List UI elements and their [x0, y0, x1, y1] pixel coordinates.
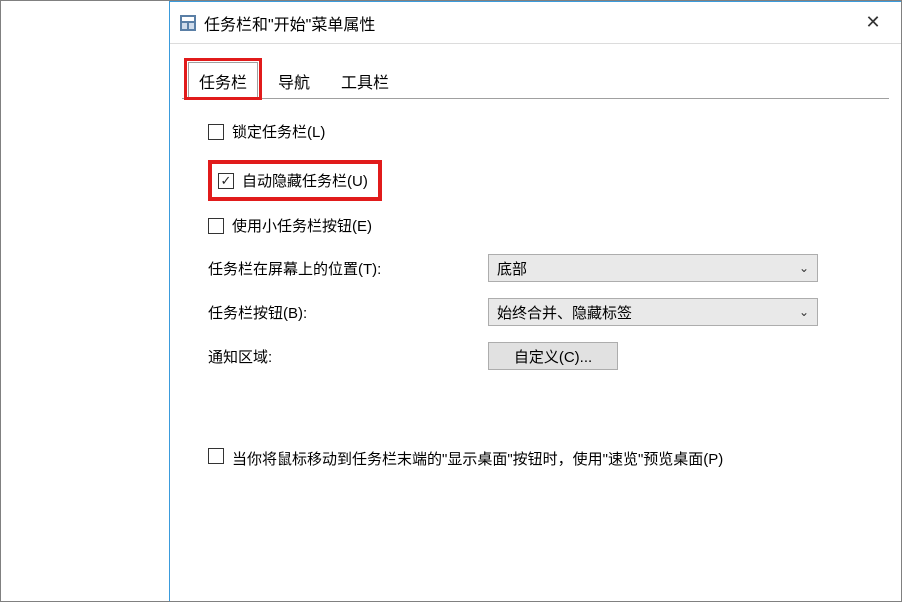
- label-taskbar-position: 任务栏在屏幕上的位置(T):: [208, 258, 488, 279]
- tab-strip: 任务栏 导航 工具栏: [182, 62, 889, 99]
- close-button[interactable]: ✕: [845, 2, 901, 43]
- window-title: 任务栏和"开始"菜单属性: [204, 11, 375, 35]
- close-icon: ✕: [865, 12, 880, 33]
- row-small-buttons: 使用小任务栏按钮(E): [208, 215, 873, 236]
- checkmark-icon: ✓: [221, 174, 232, 187]
- highlight-autohide-annotation: ✓ 自动隐藏任务栏(U): [208, 160, 382, 201]
- label-notification-area: 通知区域:: [208, 346, 488, 367]
- tab-taskbar-label: 任务栏: [199, 69, 247, 93]
- label-lock-taskbar[interactable]: 锁定任务栏(L): [232, 121, 325, 142]
- customize-button-label: 自定义(C)...: [514, 346, 592, 367]
- checkbox-lock-taskbar[interactable]: [208, 124, 224, 140]
- select-taskbar-position[interactable]: 底部 ⌄: [488, 254, 818, 282]
- row-notification-area: 通知区域: 自定义(C)...: [208, 342, 873, 370]
- chevron-down-icon: ⌄: [799, 261, 809, 275]
- tab-taskbar[interactable]: 任务栏: [188, 62, 258, 99]
- customize-button[interactable]: 自定义(C)...: [488, 342, 618, 370]
- checkbox-peek-preview[interactable]: [208, 448, 224, 464]
- label-small-buttons[interactable]: 使用小任务栏按钮(E): [232, 215, 372, 236]
- row-peek-preview: 当你将鼠标移动到任务栏末端的"显示桌面"按钮时，使用"速览"预览桌面(P): [208, 448, 873, 469]
- select-taskbar-buttons[interactable]: 始终合并、隐藏标签 ⌄: [488, 298, 818, 326]
- tab-toolbars[interactable]: 工具栏: [332, 64, 398, 98]
- select-taskbar-buttons-value: 始终合并、隐藏标签: [497, 302, 632, 323]
- title-bar: 任务栏和"开始"菜单属性 ✕: [170, 2, 901, 44]
- row-taskbar-buttons: 任务栏按钮(B): 始终合并、隐藏标签 ⌄: [208, 298, 873, 326]
- row-lock-taskbar: 锁定任务栏(L): [208, 121, 873, 142]
- tab-content: 锁定任务栏(L) ✓ 自动隐藏任务栏(U) 使用小任务栏按钮(E) 任务栏在屏幕…: [170, 99, 901, 469]
- window-icon: [180, 15, 196, 31]
- tab-navigation[interactable]: 导航: [268, 64, 320, 98]
- label-taskbar-buttons: 任务栏按钮(B):: [208, 302, 488, 323]
- checkbox-small-buttons[interactable]: [208, 218, 224, 234]
- tab-toolbars-label: 工具栏: [341, 69, 389, 93]
- tab-navigation-label: 导航: [278, 69, 310, 93]
- select-taskbar-position-value: 底部: [497, 258, 527, 279]
- row-taskbar-position: 任务栏在屏幕上的位置(T): 底部 ⌄: [208, 254, 873, 282]
- chevron-down-icon: ⌄: [799, 305, 809, 319]
- viewport: 任务栏和"开始"菜单属性 ✕ 任务栏 导航 工具栏 锁定任务栏(L): [0, 0, 902, 602]
- label-peek-preview[interactable]: 当你将鼠标移动到任务栏末端的"显示桌面"按钮时，使用"速览"预览桌面(P): [232, 448, 723, 469]
- properties-dialog: 任务栏和"开始"菜单属性 ✕ 任务栏 导航 工具栏 锁定任务栏(L): [169, 1, 901, 601]
- checkbox-autohide-taskbar[interactable]: ✓: [218, 173, 234, 189]
- label-autohide-taskbar[interactable]: 自动隐藏任务栏(U): [242, 170, 368, 191]
